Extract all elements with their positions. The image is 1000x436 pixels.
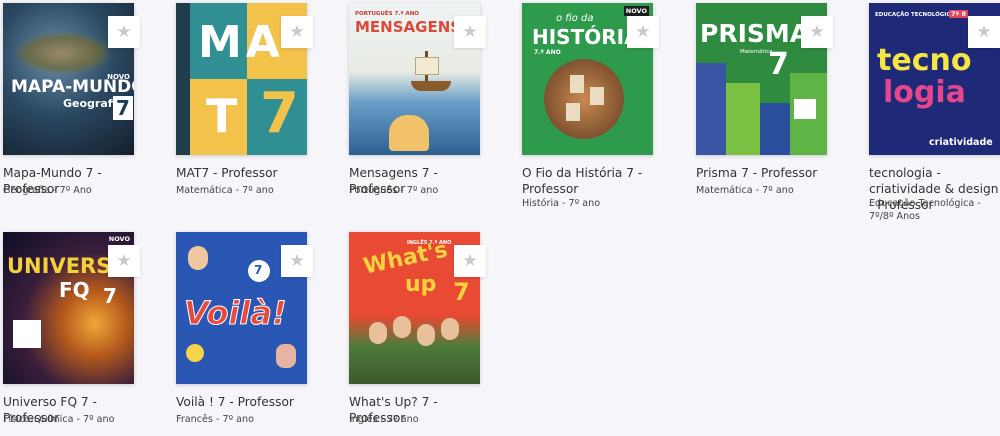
- book-subject: Geografia - 7º Ano: [3, 185, 92, 196]
- favorite-button[interactable]: ★: [454, 16, 486, 48]
- book-title[interactable]: Prisma 7 - Professor: [696, 165, 826, 181]
- book-subject: Português - 7º ano: [349, 185, 439, 196]
- book-subject: Inglês - 7º ano: [349, 414, 419, 425]
- star-icon: ★: [289, 250, 305, 271]
- book-subject: Educação Tecnológica - 7º/8º Anos: [869, 198, 981, 222]
- book-subject: Físico-Química - 7º ano: [3, 414, 115, 425]
- favorite-button[interactable]: ★: [108, 16, 140, 48]
- book-title[interactable]: O Fio da História 7 - Professor: [522, 165, 652, 197]
- book-subject: Matemática - 7º ano: [696, 185, 794, 196]
- favorite-button[interactable]: ★: [454, 245, 486, 277]
- favorite-button[interactable]: ★: [108, 245, 140, 277]
- book-subject: Matemática - 7º ano: [176, 185, 274, 196]
- star-icon: ★: [289, 21, 305, 42]
- star-icon: ★: [809, 21, 825, 42]
- star-icon: ★: [635, 21, 651, 42]
- favorite-button[interactable]: ★: [968, 16, 1000, 48]
- book-title[interactable]: Voilà ! 7 - Professor: [176, 394, 306, 410]
- star-icon: ★: [116, 21, 132, 42]
- star-icon: ★: [462, 21, 478, 42]
- favorite-button[interactable]: ★: [801, 16, 833, 48]
- star-icon: ★: [116, 250, 132, 271]
- star-icon: ★: [462, 250, 478, 271]
- book-subject: História - 7º ano: [522, 198, 601, 209]
- star-icon: ★: [976, 21, 992, 42]
- book-title[interactable]: MAT7 - Professor: [176, 165, 306, 181]
- favorite-button[interactable]: ★: [627, 16, 659, 48]
- book-subject: Francês - 7º ano: [176, 414, 254, 425]
- favorite-button[interactable]: ★: [281, 245, 313, 277]
- favorite-button[interactable]: ★: [281, 16, 313, 48]
